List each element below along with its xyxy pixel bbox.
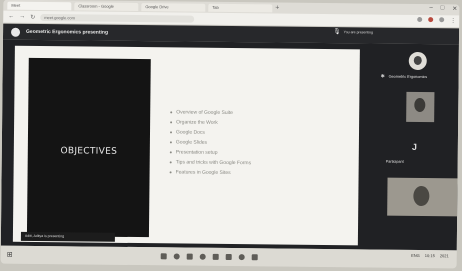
mic-off-icon: ✱ <box>380 73 385 80</box>
objectives-panel: OBJECTIVES <box>26 57 151 238</box>
clock-date[interactable]: 2021 <box>440 253 449 258</box>
presenting-note: You are presenting <box>343 30 373 35</box>
extension-icon[interactable] <box>417 16 423 23</box>
participant-name: Geometric Ergonomics <box>388 74 428 80</box>
objectives-list: Overview of Google Suite Organize the Wo… <box>170 107 252 178</box>
meeting-title: Geometric Ergonomics presenting <box>26 28 109 36</box>
window-controls: – □ ✕ <box>429 5 457 12</box>
extension-icons: ⋮ <box>417 16 456 24</box>
folder-icon[interactable] <box>186 253 193 260</box>
taskbar-apps <box>160 253 258 261</box>
slide-heading: OBJECTIVES <box>60 146 118 157</box>
meet-logo-icon <box>11 27 21 37</box>
app-icon[interactable] <box>238 254 245 261</box>
meet-stage: OBJECTIVES Aditi, Aditya is presenting O… <box>0 39 459 251</box>
minimize-icon[interactable]: – <box>429 5 432 12</box>
app-icon[interactable] <box>225 253 232 261</box>
url-field[interactable]: meet.google.com <box>40 13 195 23</box>
app-icon[interactable] <box>251 254 258 261</box>
start-icon[interactable]: ⊞ <box>7 251 13 259</box>
language-indicator[interactable]: ENG <box>411 253 420 258</box>
participant-name: Participant <box>385 159 404 164</box>
participant-avatar[interactable] <box>408 51 427 71</box>
chrome-icon[interactable] <box>199 253 206 260</box>
forward-icon[interactable]: → <box>19 14 25 20</box>
browser-tab[interactable]: Classroom - Google <box>74 1 139 11</box>
browser-tab[interactable]: Meet <box>7 1 72 10</box>
search-icon[interactable] <box>160 253 167 260</box>
participant-video[interactable] <box>387 177 458 217</box>
maximize-icon[interactable]: □ <box>441 5 445 12</box>
participants-sidebar: ✱ Geometric Ergonomics J Participant <box>375 44 459 251</box>
new-tab-button[interactable]: + <box>275 4 279 12</box>
profile-icon[interactable] <box>439 17 445 23</box>
menu-icon[interactable]: ⋮ <box>450 17 456 24</box>
presenter-name-tag: Aditi, Aditya is presenting <box>20 231 115 242</box>
clock-time[interactable]: 10:15 <box>425 253 435 258</box>
browser-tab[interactable]: Tab <box>208 3 273 12</box>
taskbar: ⊞ ENG 10:15 2021 <box>0 245 457 269</box>
presenting-status: 🎙 You are presenting <box>333 29 373 35</box>
browser-tab[interactable]: Google Drive <box>141 2 206 12</box>
presented-slide: OBJECTIVES Aditi, Aditya is presenting O… <box>12 45 360 246</box>
back-icon[interactable]: ← <box>8 14 14 20</box>
photo-frame: Meet Classroom - Google Google Drive Tab… <box>0 0 460 269</box>
reload-icon[interactable]: ↻ <box>30 13 35 20</box>
list-item: Features in Google Sites <box>170 167 252 178</box>
system-tray: ENG 10:15 2021 <box>411 253 449 258</box>
participant-letter-avatar[interactable]: J <box>412 142 417 152</box>
taskview-icon[interactable] <box>173 253 180 260</box>
participant-video[interactable] <box>406 91 435 123</box>
extension-icon[interactable] <box>428 17 434 23</box>
microphone-icon[interactable]: 🎙 <box>333 29 341 35</box>
app-icon[interactable] <box>212 253 219 260</box>
close-icon[interactable]: ✕ <box>452 5 457 12</box>
